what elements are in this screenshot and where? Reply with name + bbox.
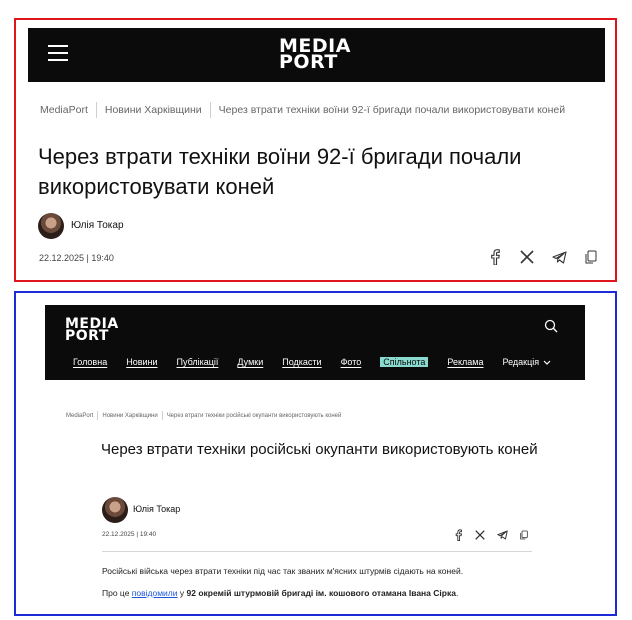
telegram-icon[interactable]	[551, 249, 567, 265]
breadcrumb: MediaPort Новини Харківщини Через втрати…	[40, 102, 565, 118]
breadcrumb-current: Через втрати техніки російські окупанти …	[166, 412, 342, 419]
author-avatar[interactable]	[102, 497, 128, 523]
nav-item-editorial[interactable]: Редакція	[503, 357, 552, 367]
author-avatar[interactable]	[38, 213, 64, 239]
paragraph-text: у	[177, 588, 187, 598]
breadcrumb-separator	[95, 102, 97, 118]
article-title: Через втрати техніки воїни 92-ї бригади …	[38, 144, 522, 199]
breadcrumb-home[interactable]: MediaPort	[66, 413, 93, 419]
site-header: MEDIA PORT Головна Новини Публікації Думк…	[45, 305, 585, 380]
copy-icon[interactable]	[518, 529, 530, 541]
mediaport-logo[interactable]: MEDIA PORT	[279, 37, 351, 73]
publish-date: 22.12.2025 | 19:40	[39, 253, 114, 263]
article-paragraph-1: Російські війська через втрати техніки п…	[102, 566, 464, 576]
share-bar	[452, 529, 530, 541]
content-divider	[102, 551, 532, 552]
copy-icon[interactable]	[583, 249, 599, 265]
nav-item-opinions[interactable]: Думки	[237, 357, 263, 367]
breadcrumb-current: Через втрати техніки воїни 92-ї бригади …	[218, 104, 566, 116]
top-screenshot-panel: MEDIA PORT MediaPort Новини Харківщини Че…	[14, 18, 617, 282]
paragraph-text: Про це	[102, 588, 132, 598]
breadcrumb-separator	[97, 411, 99, 420]
author-name[interactable]: Юлія Токар	[71, 220, 124, 231]
article-paragraph-2: Про це повідомили у 92 окремій штурмовій…	[102, 588, 458, 598]
share-bar	[487, 249, 599, 265]
author-name[interactable]: Юлія Токар	[133, 504, 180, 514]
facebook-icon[interactable]	[452, 529, 464, 541]
hamburger-menu-icon[interactable]	[48, 45, 68, 61]
telegram-icon[interactable]	[496, 529, 508, 541]
breadcrumb-category[interactable]: Новини Харківщини	[105, 104, 202, 116]
nav-item-home[interactable]: Головна	[73, 357, 107, 367]
source-link[interactable]: повідомили	[132, 588, 178, 598]
breadcrumb: MediaPort Новини Харківщини Через втрати…	[66, 411, 341, 420]
main-nav: Головна Новини Публікації Думки Подкасти…	[73, 357, 551, 367]
chevron-down-icon	[543, 360, 551, 365]
breadcrumb-category[interactable]: Новини Харківщини	[102, 413, 157, 419]
nav-item-community[interactable]: Спільнота	[380, 357, 429, 367]
nav-item-publications[interactable]: Публікації	[177, 357, 219, 367]
paragraph-bold-text: 92 окремій штурмовій бригаді ім. кошовог…	[186, 588, 456, 598]
article-title: Через втрати техніки російські окупанти …	[101, 441, 538, 458]
breadcrumb-home[interactable]: MediaPort	[40, 104, 88, 116]
search-icon[interactable]	[544, 319, 558, 333]
mediaport-logo[interactable]: MEDIA PORT	[65, 317, 119, 343]
nav-item-podcasts[interactable]: Подкасти	[282, 357, 321, 367]
nav-item-photo[interactable]: Фото	[341, 357, 362, 367]
nav-item-advertising[interactable]: Реклама	[447, 357, 483, 367]
breadcrumb-separator	[209, 102, 211, 118]
paragraph-text: .	[455, 588, 459, 598]
x-icon[interactable]	[474, 529, 486, 541]
x-icon[interactable]	[519, 249, 535, 265]
bottom-screenshot-panel: MEDIA PORT Головна Новини Публікації Думк…	[14, 291, 617, 616]
site-header: MEDIA PORT	[28, 28, 605, 82]
facebook-icon[interactable]	[487, 249, 503, 265]
publish-date: 22.12.2025 | 19:40	[102, 531, 157, 538]
breadcrumb-separator	[161, 411, 163, 420]
nav-item-editorial-label: Редакція	[502, 357, 540, 367]
nav-item-news[interactable]: Новини	[126, 357, 157, 367]
